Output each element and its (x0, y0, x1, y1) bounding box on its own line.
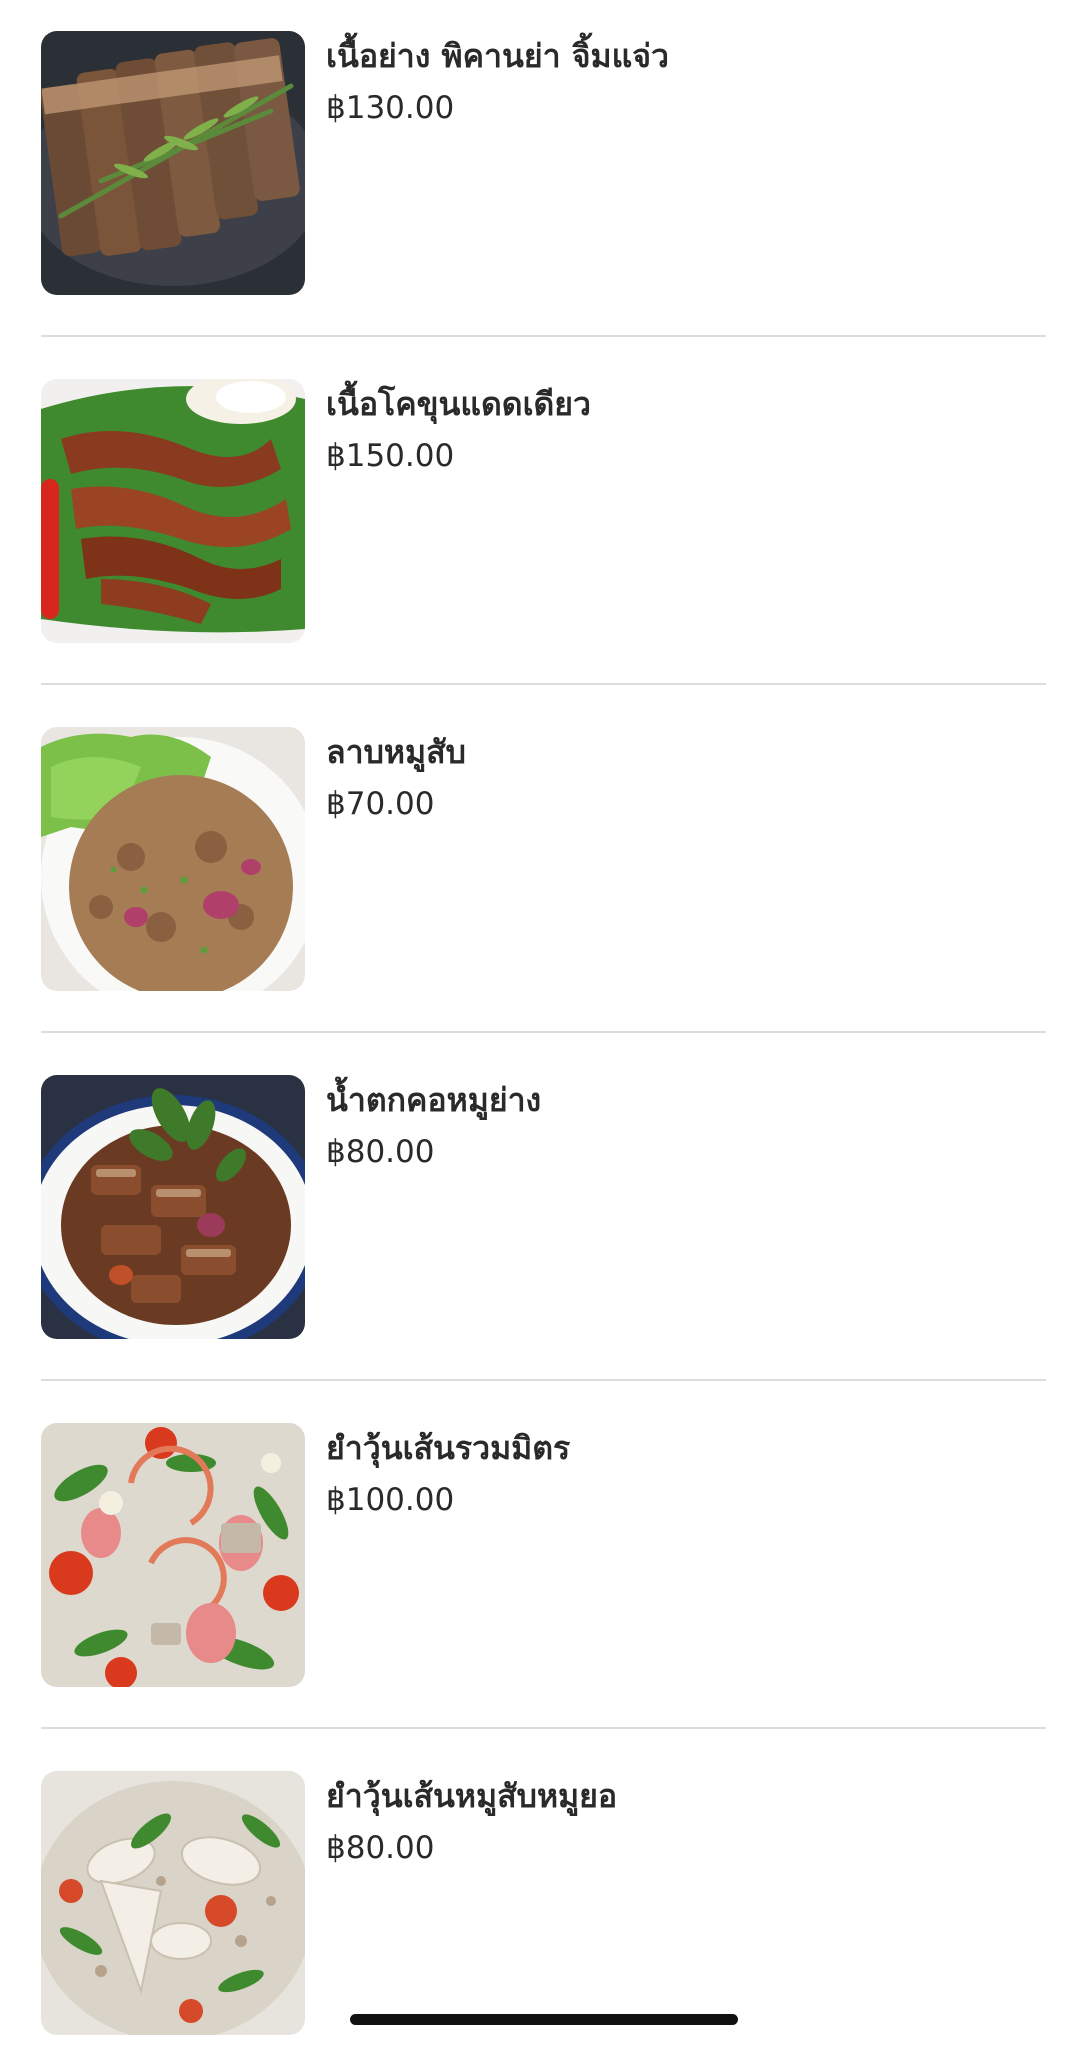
menu-item-name: ลาบหมูสับ (326, 733, 466, 771)
sun-dried-beef-image[interactable] (41, 379, 305, 643)
home-indicator[interactable] (350, 2014, 738, 2025)
menu-item-price: ฿80.00 (326, 1830, 435, 1866)
divider (41, 1379, 1046, 1381)
menu-item-price: ฿100.00 (326, 1482, 455, 1518)
menu-item[interactable]: ยำวุ้นเส้นรวมมิตร ฿100.00 (41, 1423, 1046, 1687)
menu-item-name: ยำวุ้นเส้นรวมมิตร (326, 1429, 571, 1467)
mixed-glass-noodle-salad-image[interactable] (41, 1423, 305, 1687)
menu-item[interactable]: เนื้อโคขุนแดดเดียว ฿150.00 (41, 379, 1046, 643)
menu-item[interactable]: เนื้อย่าง พิคานย่า จิ้มแจ่ว ฿130.00 (41, 31, 1046, 295)
menu-item-price: ฿130.00 (326, 90, 455, 126)
menu-item-name: เนื้อย่าง พิคานย่า จิ้มแจ่ว (326, 37, 669, 75)
menu-item-price: ฿150.00 (326, 438, 455, 474)
divider (41, 1727, 1046, 1729)
pork-sausage-glass-noodle-salad-image[interactable]: ··· (41, 1771, 305, 2035)
divider (41, 335, 1046, 337)
menu-item[interactable]: น้ำตกคอหมูย่าง ฿80.00 (41, 1075, 1046, 1339)
menu-item-name: ยำวุ้นเส้นหมูสับหมูยอ (326, 1777, 618, 1815)
menu-item-price: ฿70.00 (326, 786, 435, 822)
grilled-beef-image[interactable] (41, 31, 305, 295)
menu-item[interactable]: ลาบหมูสับ ฿70.00 (41, 727, 1046, 991)
more-icon[interactable]: ··· (279, 1775, 299, 1796)
menu-item-price: ฿80.00 (326, 1134, 435, 1170)
minced-pork-larb-image[interactable] (41, 727, 305, 991)
divider (41, 683, 1046, 685)
menu-item-name: เนื้อโคขุนแดดเดียว (326, 385, 591, 423)
grilled-pork-neck-salad-image[interactable] (41, 1075, 305, 1339)
divider (41, 1031, 1046, 1033)
menu-item[interactable]: ··· ยำวุ้นเส้นหมูสับหมูยอ ฿80.00 (41, 1771, 1046, 2035)
menu-item-name: น้ำตกคอหมูย่าง (326, 1081, 542, 1119)
